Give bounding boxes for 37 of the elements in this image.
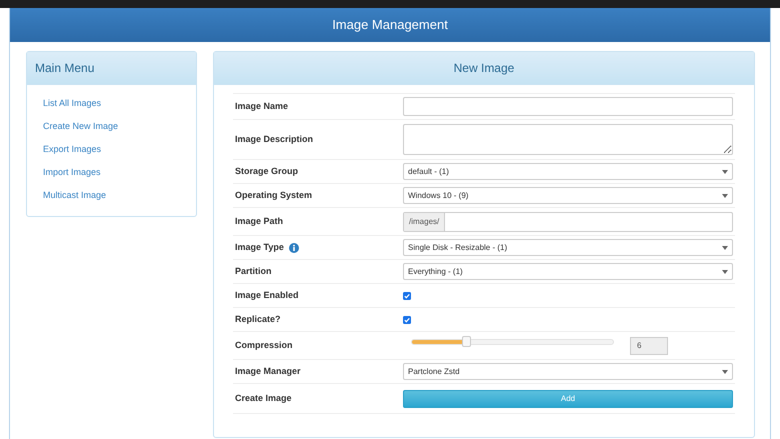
menu-link[interactable]: Multicast Image [43, 188, 106, 203]
field-label: Image Type [235, 240, 284, 254]
caret-icon [722, 194, 728, 198]
field-label: Image Name [235, 100, 288, 113]
field-label: Image Description [235, 132, 314, 146]
dropdown[interactable]: Windows 10 - (9) [403, 187, 733, 204]
dropdown[interactable]: default - (1) [403, 163, 733, 180]
slider-handle[interactable] [462, 336, 472, 346]
field-label: Operating System [235, 188, 312, 202]
checkbox[interactable] [403, 316, 411, 324]
field-label: Image Manager [235, 364, 301, 378]
caret-icon [722, 170, 728, 174]
menu-link[interactable]: List All Images [43, 96, 102, 111]
dropdown[interactable]: Everything - (1) [403, 263, 733, 280]
field-label: Image Path [235, 214, 284, 228]
dropdown[interactable]: Single Disk - Resizable - (1) [403, 239, 733, 256]
menu-link[interactable]: Create New Image [43, 119, 118, 134]
caret-icon [722, 270, 728, 274]
info-icon[interactable] [288, 242, 299, 252]
caret-icon [722, 246, 728, 250]
field-label: Image Enabled [235, 288, 299, 302]
field-label: Create Image [235, 392, 292, 405]
form-title: New Image [454, 60, 514, 77]
value-field[interactable]: 6 [630, 336, 668, 354]
path-field[interactable]: /images/ [403, 212, 733, 232]
field-label: Compression [235, 338, 293, 352]
input-field[interactable] [403, 97, 733, 116]
field-label: Storage Group [235, 164, 298, 178]
checkbox[interactable] [403, 292, 411, 300]
menu-link[interactable]: Import Images [43, 165, 101, 180]
menu-title: Main Menu [35, 60, 94, 77]
caret-icon [722, 370, 728, 374]
field-label: Partition [235, 264, 272, 278]
window-title: Image Management [332, 16, 448, 34]
menu-link[interactable]: Export Images [43, 142, 102, 157]
field-label: Replicate? [235, 312, 281, 326]
dropdown[interactable]: Partclone Zstd [403, 363, 733, 380]
